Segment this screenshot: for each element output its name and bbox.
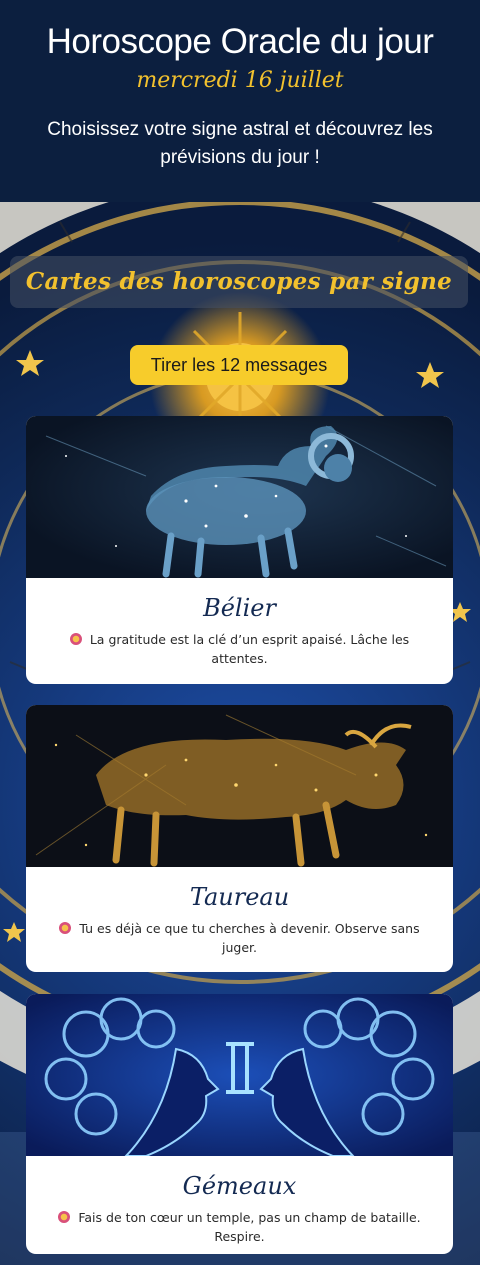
bull-constellation-image bbox=[26, 705, 453, 867]
ram-constellation-image bbox=[26, 416, 453, 578]
page-title: Horoscope Oracle du jour bbox=[46, 22, 434, 61]
twins-image bbox=[26, 994, 453, 1156]
flower-icon bbox=[69, 633, 82, 645]
horoscope-card-gemeaux[interactable]: Gémeaux Fais de ton cœur un temple, pas … bbox=[26, 994, 453, 1254]
card-message: Tu es déjà ce que tu cherches à devenir.… bbox=[26, 919, 453, 957]
draw-twelve-messages-button[interactable]: Tirer les 12 messages bbox=[130, 345, 348, 385]
card-message: La gratitude est la clé d’un esprit apai… bbox=[26, 630, 453, 668]
section-title: Cartes des horoscopes par signe bbox=[25, 268, 453, 295]
section-title-box: Cartes des horoscopes par signe bbox=[10, 256, 468, 308]
card-message-text: La gratitude est la clé d’un esprit apai… bbox=[89, 632, 410, 666]
current-date: mercredi 16 juillet bbox=[136, 68, 344, 93]
card-message-text: Fais de ton cœur un temple, pas un champ… bbox=[78, 1210, 421, 1244]
intro-text: Choisissez votre signe astral et découvr… bbox=[47, 119, 433, 168]
card-sign-name: Bélier bbox=[203, 594, 276, 622]
flower-icon bbox=[59, 922, 72, 934]
card-message: Fais de ton cœur un temple, pas un champ… bbox=[26, 1208, 453, 1246]
flower-icon bbox=[58, 1211, 71, 1223]
card-message-text: Tu es déjà ce que tu cherches à devenir.… bbox=[79, 921, 420, 955]
horoscope-card-taureau[interactable]: Taureau Tu es déjà ce que tu cherches à … bbox=[26, 705, 453, 972]
card-sign-name: Gémeaux bbox=[182, 1172, 297, 1200]
horoscope-card-belier[interactable]: Bélier La gratitude est la clé d’un espr… bbox=[26, 416, 453, 684]
page-header: Horoscope Oracle du jour mercredi 16 jui… bbox=[0, 0, 480, 202]
card-sign-name: Taureau bbox=[189, 883, 290, 911]
